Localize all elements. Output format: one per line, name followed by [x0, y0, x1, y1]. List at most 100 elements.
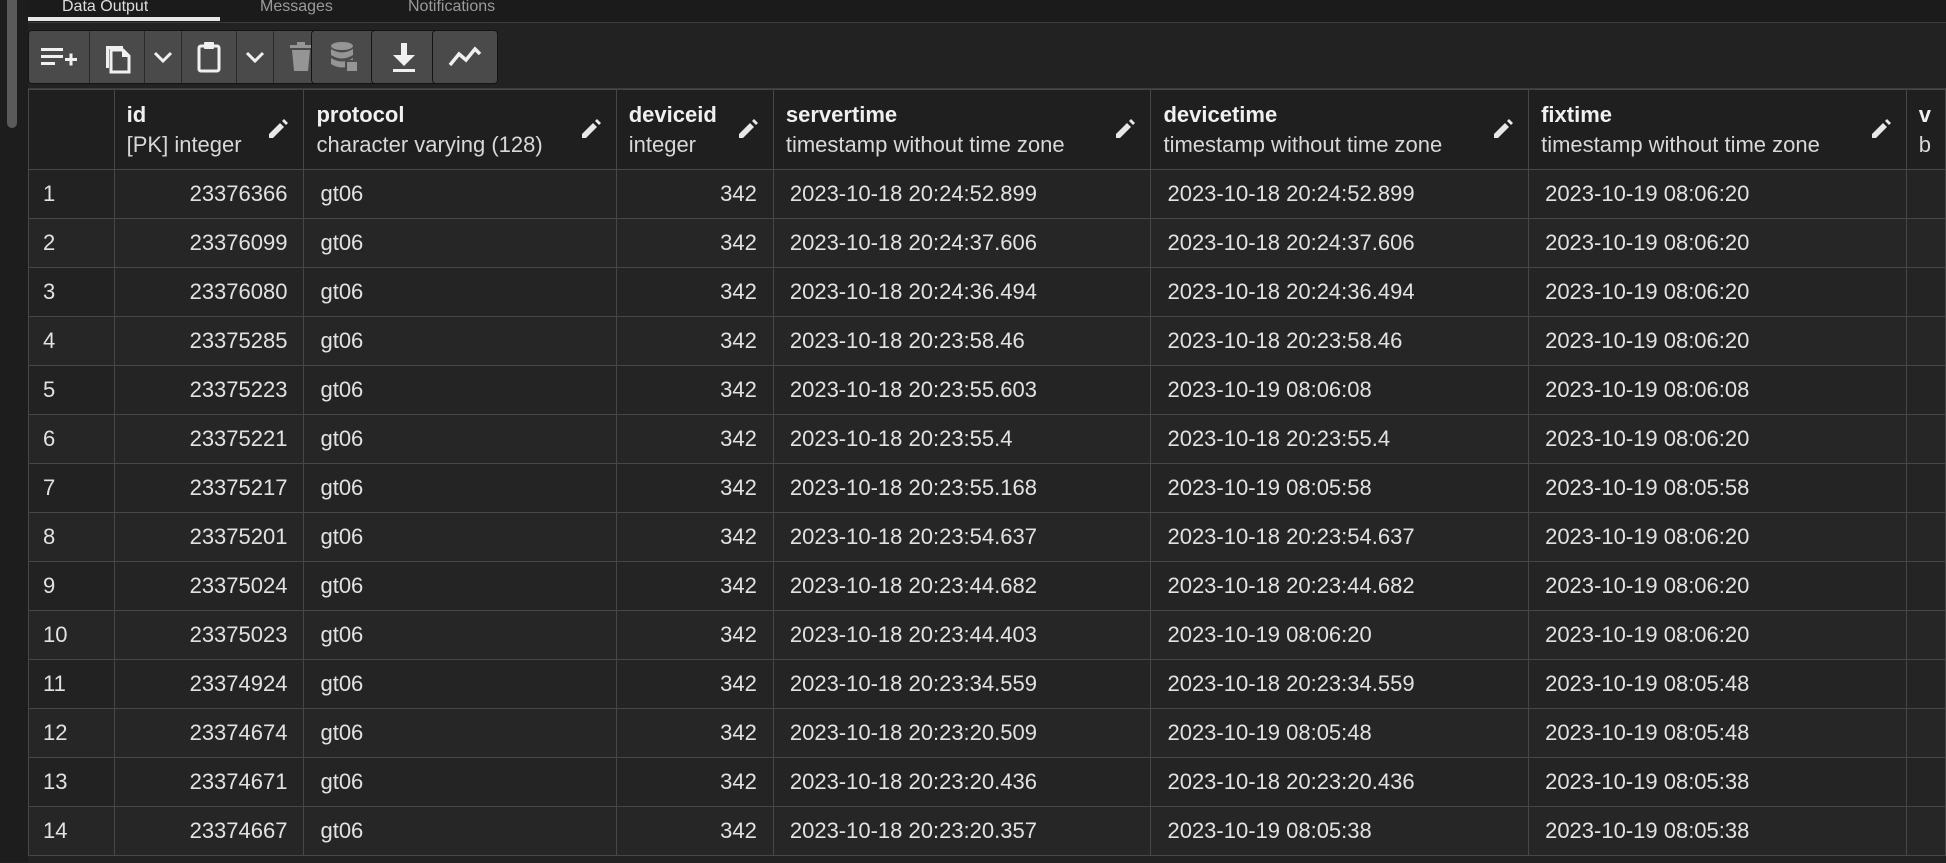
cell-deviceid[interactable]: 342 [615, 757, 774, 807]
cell-protocol[interactable]: gt06 [303, 806, 617, 856]
cell-devicetime[interactable]: 2023-10-19 08:05:48 [1150, 708, 1530, 758]
pencil-icon[interactable] [1492, 118, 1514, 140]
cell-servertime[interactable]: 2023-10-18 20:23:44.403 [772, 610, 1152, 660]
table-row[interactable]: 1 23376366 gt06 342 2023-10-18 20:24:52.899 2… [28, 169, 1946, 219]
cell-protocol[interactable]: gt06 [303, 169, 617, 219]
cell-fixtime[interactable]: 2023-10-19 08:06:20 [1528, 218, 1907, 268]
cell-servertime[interactable]: 2023-10-18 20:23:20.436 [772, 757, 1152, 807]
pencil-icon[interactable] [1870, 118, 1892, 140]
row-number[interactable]: 5 [28, 365, 115, 415]
cell-id[interactable]: 23375217 [113, 463, 305, 513]
cell-truncated[interactable] [1905, 169, 1946, 219]
row-number[interactable]: 8 [28, 512, 115, 562]
column-header-devicetime[interactable]: devicetime timestamp without time zone [1150, 89, 1530, 170]
cell-deviceid[interactable]: 342 [615, 806, 774, 856]
cell-truncated[interactable] [1905, 757, 1946, 807]
copy-options-dropdown[interactable] [145, 31, 182, 83]
column-header-servertime[interactable]: servertime timestamp without time zone [772, 89, 1152, 170]
cell-devicetime[interactable]: 2023-10-18 20:24:36.494 [1150, 267, 1530, 317]
column-header-fixtime[interactable]: fixtime timestamp without time zone [1528, 89, 1907, 170]
cell-servertime[interactable]: 2023-10-18 20:23:58.46 [772, 316, 1152, 366]
cell-protocol[interactable]: gt06 [303, 414, 617, 464]
cell-id[interactable]: 23375024 [113, 561, 305, 611]
cell-id[interactable]: 23375285 [113, 316, 305, 366]
cell-servertime[interactable]: 2023-10-18 20:23:34.559 [772, 659, 1152, 709]
cell-protocol[interactable]: gt06 [303, 708, 617, 758]
column-header-deviceid[interactable]: deviceid integer [615, 89, 774, 170]
cell-devicetime[interactable]: 2023-10-18 20:23:20.436 [1150, 757, 1530, 807]
cell-deviceid[interactable]: 342 [615, 512, 774, 562]
cell-servertime[interactable]: 2023-10-18 20:24:37.606 [772, 218, 1152, 268]
cell-truncated[interactable] [1905, 561, 1946, 611]
cell-devicetime[interactable]: 2023-10-19 08:05:38 [1150, 806, 1530, 856]
table-row[interactable]: 13 23374671 gt06 342 2023-10-18 20:23:20.436… [28, 757, 1946, 807]
cell-devicetime[interactable]: 2023-10-19 08:05:58 [1150, 463, 1530, 513]
cell-id[interactable]: 23376099 [113, 218, 305, 268]
table-row[interactable]: 8 23375201 gt06 342 2023-10-18 20:23:54.637 2… [28, 512, 1946, 562]
cell-truncated[interactable] [1905, 218, 1946, 268]
row-number[interactable]: 14 [28, 806, 115, 856]
cell-fixtime[interactable]: 2023-10-19 08:05:38 [1528, 806, 1907, 856]
cell-devicetime[interactable]: 2023-10-19 08:06:20 [1150, 610, 1530, 660]
cell-truncated[interactable] [1905, 463, 1946, 513]
table-row[interactable]: 7 23375217 gt06 342 2023-10-18 20:23:55.168 2… [28, 463, 1946, 513]
row-number[interactable]: 11 [28, 659, 115, 709]
cell-servertime[interactable]: 2023-10-18 20:23:55.168 [772, 463, 1152, 513]
cell-protocol[interactable]: gt06 [303, 316, 617, 366]
row-number[interactable]: 4 [28, 316, 115, 366]
cell-protocol[interactable]: gt06 [303, 463, 617, 513]
cell-devicetime[interactable]: 2023-10-18 20:23:55.4 [1150, 414, 1530, 464]
row-number[interactable]: 10 [28, 610, 115, 660]
cell-truncated[interactable] [1905, 267, 1946, 317]
paste-button[interactable] [182, 31, 237, 83]
cell-deviceid[interactable]: 342 [615, 561, 774, 611]
cell-id[interactable]: 23375023 [113, 610, 305, 660]
tab-messages[interactable]: Messages [260, 0, 333, 20]
cell-truncated[interactable] [1905, 512, 1946, 562]
cell-protocol[interactable]: gt06 [303, 610, 617, 660]
cell-id[interactable]: 23376366 [113, 169, 305, 219]
vertical-scrollbar[interactable] [7, 0, 17, 128]
cell-deviceid[interactable]: 342 [615, 169, 774, 219]
graph-visualiser-button[interactable] [433, 31, 497, 83]
cell-truncated[interactable] [1905, 659, 1946, 709]
save-data-button[interactable] [312, 31, 376, 83]
pencil-icon[interactable] [580, 118, 602, 140]
cell-deviceid[interactable]: 342 [615, 218, 774, 268]
cell-id[interactable]: 23374671 [113, 757, 305, 807]
row-number[interactable]: 13 [28, 757, 115, 807]
cell-fixtime[interactable]: 2023-10-19 08:06:20 [1528, 610, 1907, 660]
cell-devicetime[interactable]: 2023-10-18 20:23:44.682 [1150, 561, 1530, 611]
table-row[interactable]: 6 23375221 gt06 342 2023-10-18 20:23:55.4 202… [28, 414, 1946, 464]
row-number-header[interactable] [28, 89, 115, 170]
cell-servertime[interactable]: 2023-10-18 20:23:20.357 [772, 806, 1152, 856]
cell-protocol[interactable]: gt06 [303, 561, 617, 611]
cell-devicetime[interactable]: 2023-10-19 08:06:08 [1150, 365, 1530, 415]
row-number[interactable]: 3 [28, 267, 115, 317]
cell-deviceid[interactable]: 342 [615, 708, 774, 758]
row-number[interactable]: 9 [28, 561, 115, 611]
table-row[interactable]: 5 23375223 gt06 342 2023-10-18 20:23:55.603 2… [28, 365, 1946, 415]
cell-protocol[interactable]: gt06 [303, 512, 617, 562]
cell-truncated[interactable] [1905, 708, 1946, 758]
cell-deviceid[interactable]: 342 [615, 365, 774, 415]
cell-fixtime[interactable]: 2023-10-19 08:06:20 [1528, 512, 1907, 562]
table-row[interactable]: 9 23375024 gt06 342 2023-10-18 20:23:44.682 2… [28, 561, 1946, 611]
paste-options-dropdown[interactable] [237, 31, 274, 83]
cell-id[interactable]: 23374924 [113, 659, 305, 709]
cell-fixtime[interactable]: 2023-10-19 08:06:08 [1528, 365, 1907, 415]
cell-fixtime[interactable]: 2023-10-19 08:06:20 [1528, 267, 1907, 317]
table-row[interactable]: 2 23376099 gt06 342 2023-10-18 20:24:37.606 2… [28, 218, 1946, 268]
row-number[interactable]: 2 [28, 218, 115, 268]
row-number[interactable]: 6 [28, 414, 115, 464]
cell-protocol[interactable]: gt06 [303, 267, 617, 317]
table-row[interactable]: 10 23375023 gt06 342 2023-10-18 20:23:44.403… [28, 610, 1946, 660]
cell-deviceid[interactable]: 342 [615, 414, 774, 464]
row-number[interactable]: 7 [28, 463, 115, 513]
cell-devicetime[interactable]: 2023-10-18 20:23:34.559 [1150, 659, 1530, 709]
column-header-id[interactable]: id [PK] integer [113, 89, 305, 170]
cell-fixtime[interactable]: 2023-10-19 08:06:20 [1528, 316, 1907, 366]
table-row[interactable]: 14 23374667 gt06 342 2023-10-18 20:23:20.357… [28, 806, 1946, 856]
cell-truncated[interactable] [1905, 316, 1946, 366]
pencil-icon[interactable] [737, 118, 759, 140]
